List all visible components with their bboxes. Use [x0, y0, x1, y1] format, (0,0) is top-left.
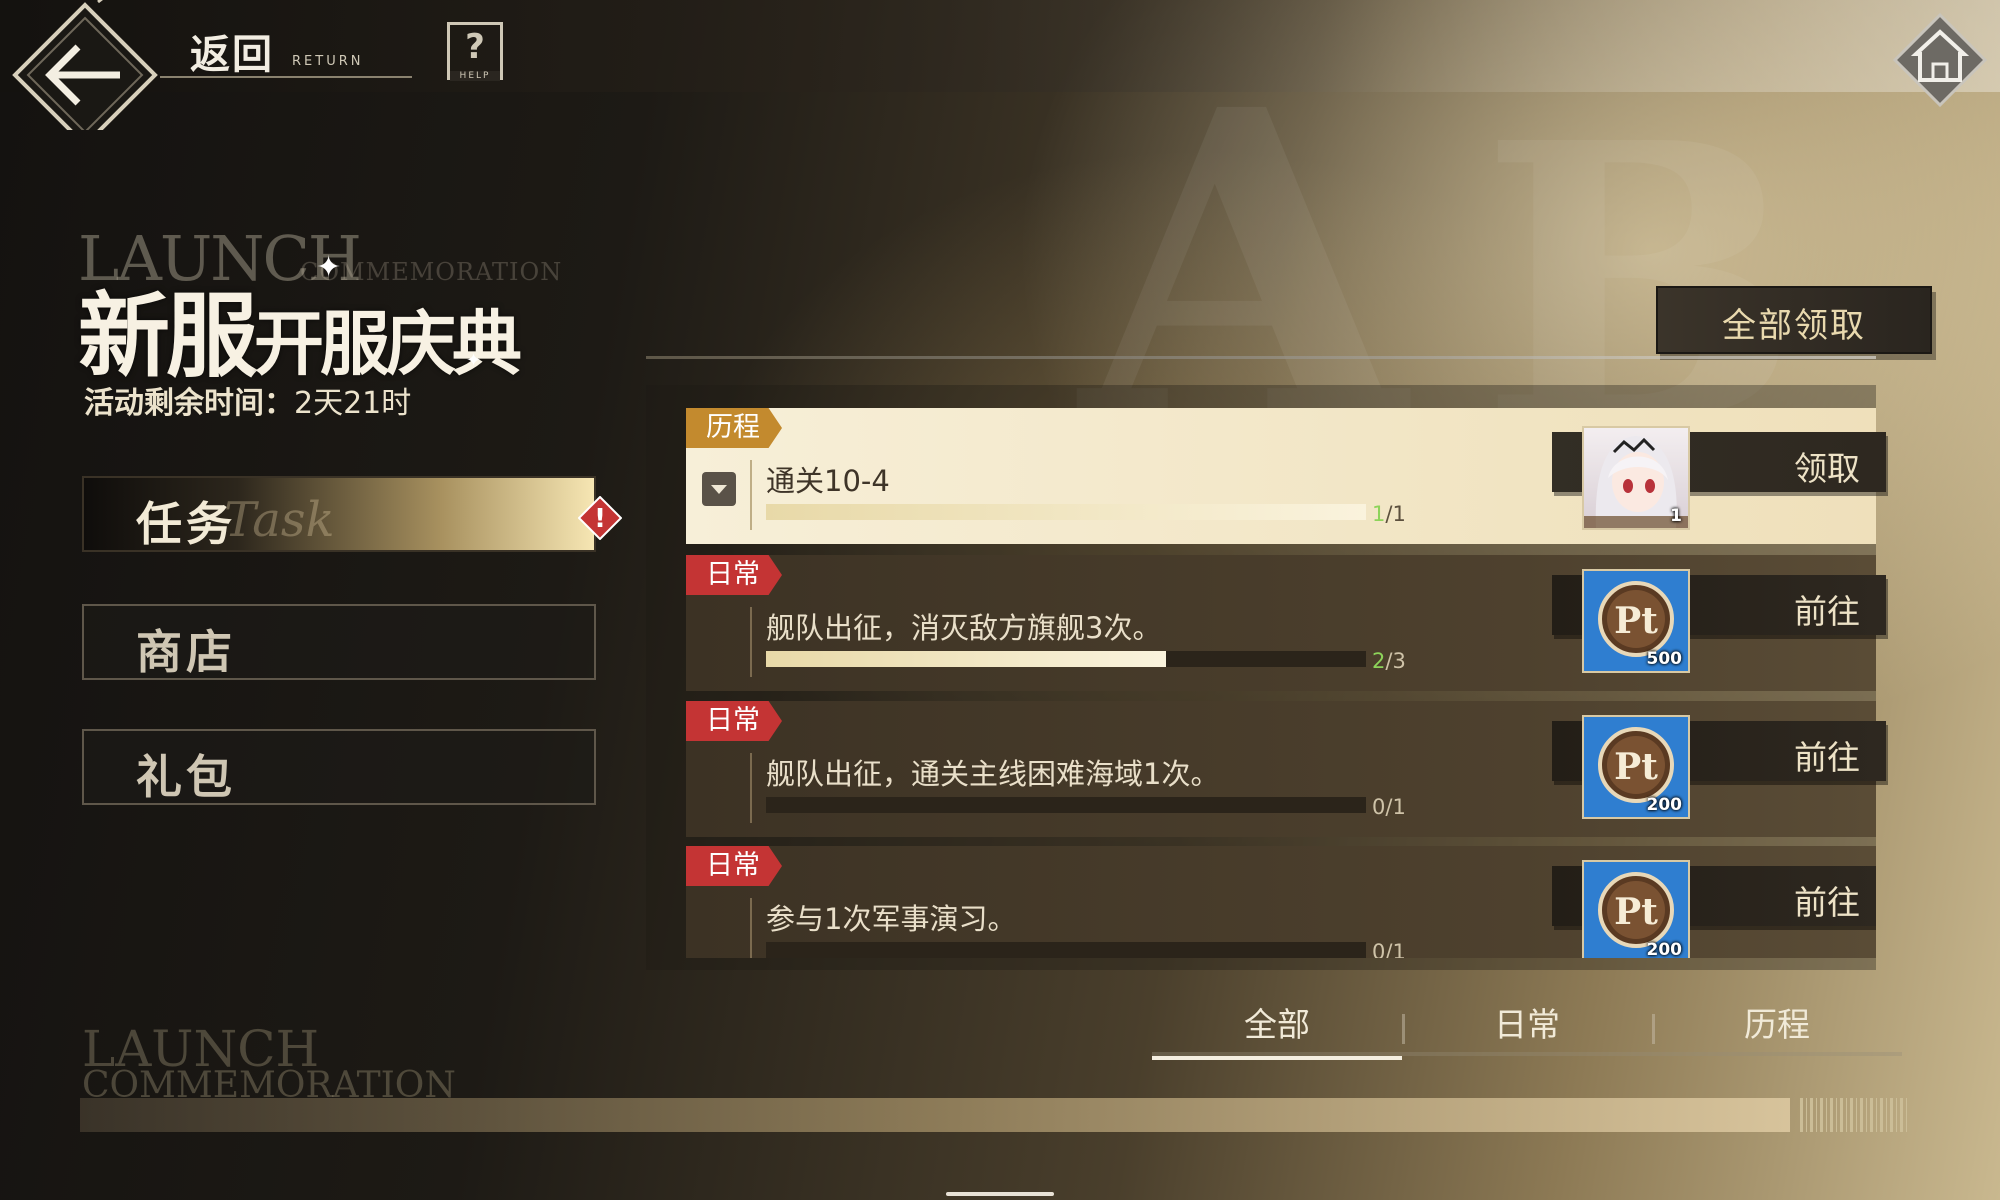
- tab-history[interactable]: 历程: [1652, 998, 1902, 1056]
- footer-watermark: LAUNCH COMMEMORATION: [82, 1024, 456, 1106]
- expand-icon[interactable]: [702, 472, 736, 506]
- tab-all[interactable]: 全部: [1152, 998, 1402, 1060]
- task-divider: [750, 460, 752, 530]
- task-title: 参与1次军事演习。: [766, 902, 1017, 936]
- help-label: HELP: [450, 71, 500, 81]
- task-tag: 历程: [686, 408, 782, 448]
- task-divider: [750, 607, 752, 677]
- task-tag: 日常: [686, 846, 782, 886]
- home-button[interactable]: [1890, 10, 1990, 110]
- task-progress-text: 0/1: [1372, 795, 1406, 819]
- event-title-sub: 开服庆典: [254, 302, 522, 385]
- reward-pt-icon[interactable]: Pt 200: [1582, 715, 1690, 819]
- sidebar-item-label: 商店: [136, 625, 236, 679]
- svg-text:!: !: [594, 504, 606, 534]
- reward-pt-icon[interactable]: Pt 200: [1582, 860, 1690, 958]
- reward-pt-icon[interactable]: Pt 500: [1582, 569, 1690, 673]
- task-row: 日常 舰队出征，通关主线困难海域1次。 0/1 前往 Pt 200: [686, 701, 1886, 837]
- claim-all-button[interactable]: 全部领取: [1656, 286, 1932, 354]
- task-progress-bar: [766, 797, 1366, 813]
- task-progress-current: 0: [1372, 940, 1386, 958]
- task-progress-bar: [766, 504, 1366, 520]
- sidebar-item-label: 礼包: [136, 750, 236, 804]
- task-progress-text: 0/1: [1372, 940, 1406, 958]
- footer-line-2: COMMEMORATION: [82, 1064, 456, 1106]
- remaining-time-label: 活动剩余时间：: [84, 386, 294, 421]
- tab-daily[interactable]: 日常: [1402, 998, 1652, 1056]
- task-progress-total: /1: [1385, 502, 1406, 526]
- task-progress-total: /1: [1385, 795, 1406, 819]
- task-title: 舰队出征，通关主线困难海域1次。: [766, 757, 1220, 791]
- remaining-time-value: 2天21时: [294, 386, 412, 421]
- reward-quantity: 200: [1646, 795, 1683, 815]
- task-row: 日常 舰队出征，消灭敌方旗舰3次。 2/3 前往 Pt 500: [686, 555, 1886, 691]
- task-title: 通关10-4: [766, 464, 890, 498]
- task-divider: [750, 898, 752, 958]
- task-progress-total: /1: [1385, 940, 1406, 958]
- sidebar-item-label: 任务: [136, 497, 236, 551]
- sidebar-item-gift-pack[interactable]: 礼包: [82, 729, 596, 805]
- sidebar-item-tasks[interactable]: Task 任务: [82, 476, 596, 552]
- event-title: 新服开服庆典: [78, 262, 522, 395]
- help-icon: ?: [465, 27, 485, 67]
- event-remaining-time: 活动剩余时间：2天21时: [84, 378, 411, 422]
- task-tag: 日常: [686, 555, 782, 595]
- sidebar-item-ghost-text: Task: [224, 492, 335, 548]
- task-progress-text: 2/3: [1372, 649, 1406, 673]
- reward-avatar-icon[interactable]: 1: [1582, 426, 1690, 530]
- reward-quantity: 200: [1646, 940, 1683, 958]
- svg-text:Pt: Pt: [1614, 600, 1658, 642]
- event-title-main: 新服: [78, 282, 258, 390]
- home-indicator[interactable]: [946, 1192, 1054, 1196]
- task-row: 日常 参与1次军事演习。 0/1 前往 Pt 200: [686, 846, 1876, 958]
- panel-divider: [646, 356, 1876, 359]
- help-button[interactable]: ? HELP: [447, 22, 503, 81]
- reward-quantity: 1: [1670, 506, 1682, 526]
- sparkle-icon: ✦: [466, 350, 482, 371]
- task-progress-current: 0: [1372, 795, 1386, 819]
- go-button-label: 前往: [1794, 738, 1860, 777]
- sparkle-icon: ✦: [316, 250, 342, 285]
- go-button-label: 前往: [1794, 883, 1860, 922]
- task-tag: 日常: [686, 701, 782, 741]
- task-title: 舰队出征，消灭敌方旗舰3次。: [766, 611, 1162, 645]
- back-divider: [160, 76, 412, 78]
- task-progress-bar: [766, 942, 1366, 958]
- claim-all-label: 全部领取: [1722, 306, 1866, 346]
- task-progress-total: /3: [1385, 649, 1406, 673]
- footer-bar: [80, 1098, 1790, 1132]
- alert-icon[interactable]: !: [578, 496, 622, 540]
- task-progress-fill: [766, 504, 1366, 520]
- reward-quantity: 500: [1646, 649, 1683, 669]
- claim-button-label: 领取: [1794, 449, 1860, 488]
- svg-text:Pt: Pt: [1614, 746, 1658, 788]
- task-progress-current: 2: [1372, 649, 1386, 673]
- task-divider: [750, 753, 752, 823]
- home-icon: [1892, 12, 1988, 108]
- sidebar-item-shop[interactable]: 商店: [82, 604, 596, 680]
- go-button-label: 前往: [1794, 592, 1860, 631]
- task-progress-bar: [766, 651, 1366, 667]
- task-progress-fill: [766, 651, 1167, 667]
- svg-text:Pt: Pt: [1614, 891, 1658, 933]
- top-bar: [0, 0, 2000, 92]
- back-label-en: RETURN: [292, 54, 364, 69]
- task-progress-text: 1/1: [1372, 502, 1406, 526]
- barcode-decoration: [1800, 1098, 1908, 1132]
- task-progress-current: 1: [1372, 502, 1386, 526]
- back-arrow-icon: [12, 0, 158, 148]
- back-label[interactable]: 返回: [190, 22, 274, 80]
- back-button[interactable]: [10, 0, 160, 148]
- task-row: 历程 通关10-4 1/1 领取 1: [686, 408, 1886, 544]
